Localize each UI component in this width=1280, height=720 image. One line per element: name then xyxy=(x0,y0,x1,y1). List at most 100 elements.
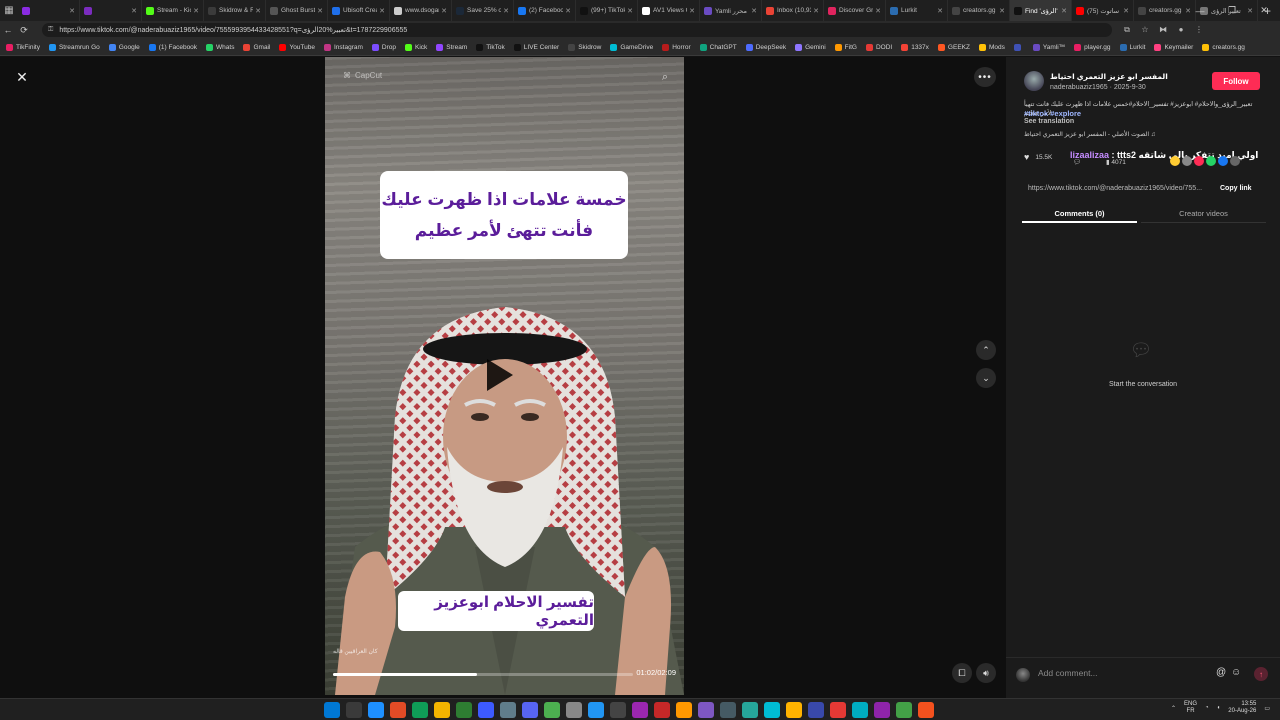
browser-menu-icon[interactable]: ▦ xyxy=(0,0,18,21)
tab-close-icon[interactable]: ✕ xyxy=(627,7,633,15)
taskbar-app-icon[interactable] xyxy=(390,702,406,718)
send-to-friend-icon[interactable] xyxy=(1194,156,1204,166)
browser-tab[interactable]: creators.gg ✕ xyxy=(948,0,1010,21)
tab-close-icon[interactable]: ✕ xyxy=(565,7,571,15)
back-icon[interactable]: ← xyxy=(0,22,16,38)
video-progress-bar[interactable] xyxy=(333,673,633,676)
bookmark-item[interactable]: Google xyxy=(108,43,140,51)
bookmark-item[interactable]: Instagram xyxy=(324,43,363,51)
taskbar-app-icon[interactable] xyxy=(324,702,340,718)
comment-input[interactable]: Add comment... xyxy=(1038,668,1208,682)
bookmark-item[interactable]: Skidrow xyxy=(568,43,601,51)
see-translation-link[interactable]: See translation xyxy=(1024,118,1074,125)
taskbar-app-icon[interactable] xyxy=(830,702,846,718)
bookmark-item[interactable]: Lurkit xyxy=(1119,43,1145,51)
minimize-icon[interactable]: — xyxy=(1184,0,1216,21)
tab-close-icon[interactable]: ✕ xyxy=(131,7,137,15)
tab-close-icon[interactable]: ✕ xyxy=(689,7,695,15)
bookmark-item[interactable]: Gmail xyxy=(243,43,270,51)
taskbar-app-icon[interactable] xyxy=(610,702,626,718)
install-icon[interactable]: ⧉ xyxy=(1120,25,1134,35)
browser-tab[interactable]: Yamli محرر ✕ xyxy=(700,0,762,21)
language-indicator[interactable]: ENG FR xyxy=(1184,701,1197,715)
send-icon[interactable]: ↑ xyxy=(1254,667,1268,681)
browser-tab[interactable]: Ghost Bursts ✕ xyxy=(266,0,328,21)
bookmark-item[interactable]: TikFinity xyxy=(6,43,40,51)
browser-tab[interactable]: Ubisoft Crea ✕ xyxy=(328,0,390,21)
bookmark-item[interactable]: Keymailer xyxy=(1154,43,1193,51)
bookmark-item[interactable]: FitG xyxy=(834,43,857,51)
taskbar-app-icon[interactable] xyxy=(720,702,736,718)
taskbar-app-icon[interactable] xyxy=(698,702,714,718)
tray-chevron-icon[interactable]: ⌃ xyxy=(1171,705,1176,712)
extensions-icon[interactable]: ⧓ xyxy=(1156,25,1170,35)
tab-creator-videos[interactable]: Creator videos xyxy=(1141,205,1266,223)
taskbar-app-icon[interactable] xyxy=(588,702,604,718)
taskbar-app-icon[interactable] xyxy=(632,702,648,718)
mention-icon[interactable]: @ xyxy=(1216,667,1226,678)
browser-tab[interactable]: Stream - Kick✕ xyxy=(142,0,204,21)
taskbar-app-icon[interactable] xyxy=(918,702,934,718)
bookmark-item[interactable]: Whats xyxy=(206,43,234,51)
volume-icon[interactable]: 🔊︎ xyxy=(976,663,996,683)
tab-close-icon[interactable]: ✕ xyxy=(751,7,757,15)
previous-video-button[interactable]: ⌃ xyxy=(976,340,996,360)
bookmark-item[interactable]: Drop xyxy=(371,43,396,51)
taskbar-app-icon[interactable] xyxy=(808,702,824,718)
address-bar[interactable]: ⚿ https://www.tiktok.com/@naderabuaziz19… xyxy=(42,23,1112,37)
browser-tab[interactable]: AV1 Views C ✕ xyxy=(638,0,700,21)
taskbar-app-icon[interactable] xyxy=(544,702,560,718)
taskbar-app-icon[interactable] xyxy=(346,702,362,718)
browser-tab[interactable]: (2) Facebook✕ xyxy=(514,0,576,21)
bookmark-item[interactable]: LIVE Center xyxy=(513,43,559,51)
bookmark-item[interactable]: Mods xyxy=(978,43,1005,51)
video-player[interactable]: ⌘ CapCut ⌕ خمسة علامات اذا ظهرت عليك فأن… xyxy=(325,57,684,695)
taskbar-app-icon[interactable] xyxy=(676,702,692,718)
tab-close-icon[interactable]: ✕ xyxy=(255,7,261,15)
follow-button[interactable]: Follow xyxy=(1212,72,1260,90)
tab-close-icon[interactable]: ✕ xyxy=(937,7,943,15)
browser-tab[interactable]: www.dsogam✕ xyxy=(390,0,452,21)
browser-tab[interactable]: (75) ساتوت ✕ xyxy=(1072,0,1134,21)
tab-close-icon[interactable]: ✕ xyxy=(69,7,75,15)
taskbar-app-icon[interactable] xyxy=(764,702,780,718)
bookmark-item[interactable]: Stream xyxy=(436,43,467,51)
comment-icon[interactable]: 💬︎ xyxy=(1073,159,1081,166)
notifications-icon[interactable]: ▭ xyxy=(1264,705,1270,712)
taskbar-app-icon[interactable] xyxy=(566,702,582,718)
bookmark-item[interactable] xyxy=(1013,43,1024,51)
copy-link-button[interactable]: Copy link xyxy=(1220,185,1252,192)
taskbar-app-icon[interactable] xyxy=(896,702,912,718)
bookmark-item[interactable]: Gemini xyxy=(795,43,826,51)
browser-tab[interactable]: Lurkit ✕ xyxy=(886,0,948,21)
browser-tab[interactable]: ✕ xyxy=(80,0,142,21)
bookmark-item[interactable]: DODI xyxy=(865,43,892,51)
share-more-icon[interactable] xyxy=(1230,156,1240,166)
bookmark-item[interactable]: Horror xyxy=(662,43,691,51)
embed-icon[interactable] xyxy=(1182,156,1192,166)
menu-dots-icon[interactable]: ⋮ xyxy=(1192,25,1206,35)
bookmark-item[interactable]: DeepSeek xyxy=(745,43,786,51)
video-search-icon[interactable]: ⌕ xyxy=(662,71,668,84)
taskbar-app-icon[interactable] xyxy=(852,702,868,718)
browser-tab[interactable]: Inbox (10,93 ✕ xyxy=(762,0,824,21)
bookmark-item[interactable]: Yamli™ xyxy=(1032,43,1065,51)
close-video-button[interactable]: ✕ xyxy=(12,67,32,87)
facebook-icon[interactable] xyxy=(1218,156,1228,166)
taskbar-app-icon[interactable] xyxy=(500,702,516,718)
close-window-icon[interactable]: ✕ xyxy=(1248,0,1280,21)
tab-close-icon[interactable]: ✕ xyxy=(875,7,881,15)
browser-tab[interactable]: ✕ xyxy=(18,0,80,21)
taskbar-app-icon[interactable] xyxy=(434,702,450,718)
tab-close-icon[interactable]: ✕ xyxy=(193,7,199,15)
browser-tab[interactable]: Find 'الرؤى' ✕ xyxy=(1010,0,1072,21)
next-video-button[interactable]: ⌄ xyxy=(976,368,996,388)
tab-comments[interactable]: Comments (0) xyxy=(1022,205,1137,223)
author-handle[interactable]: naderabuaziz1965 xyxy=(1050,84,1108,91)
speaker-icon[interactable]: ◖ xyxy=(1217,705,1221,711)
music-link[interactable]: ♫ الصوت الأصلي - المفسر ابو عزيز التعمري… xyxy=(1024,131,1155,138)
miniplayer-icon[interactable]: ⧠ xyxy=(952,663,972,683)
taskbar-app-icon[interactable] xyxy=(478,702,494,718)
bookmark-item[interactable]: player.gg xyxy=(1074,43,1111,51)
bookmark-item[interactable]: YouTube xyxy=(279,43,315,51)
